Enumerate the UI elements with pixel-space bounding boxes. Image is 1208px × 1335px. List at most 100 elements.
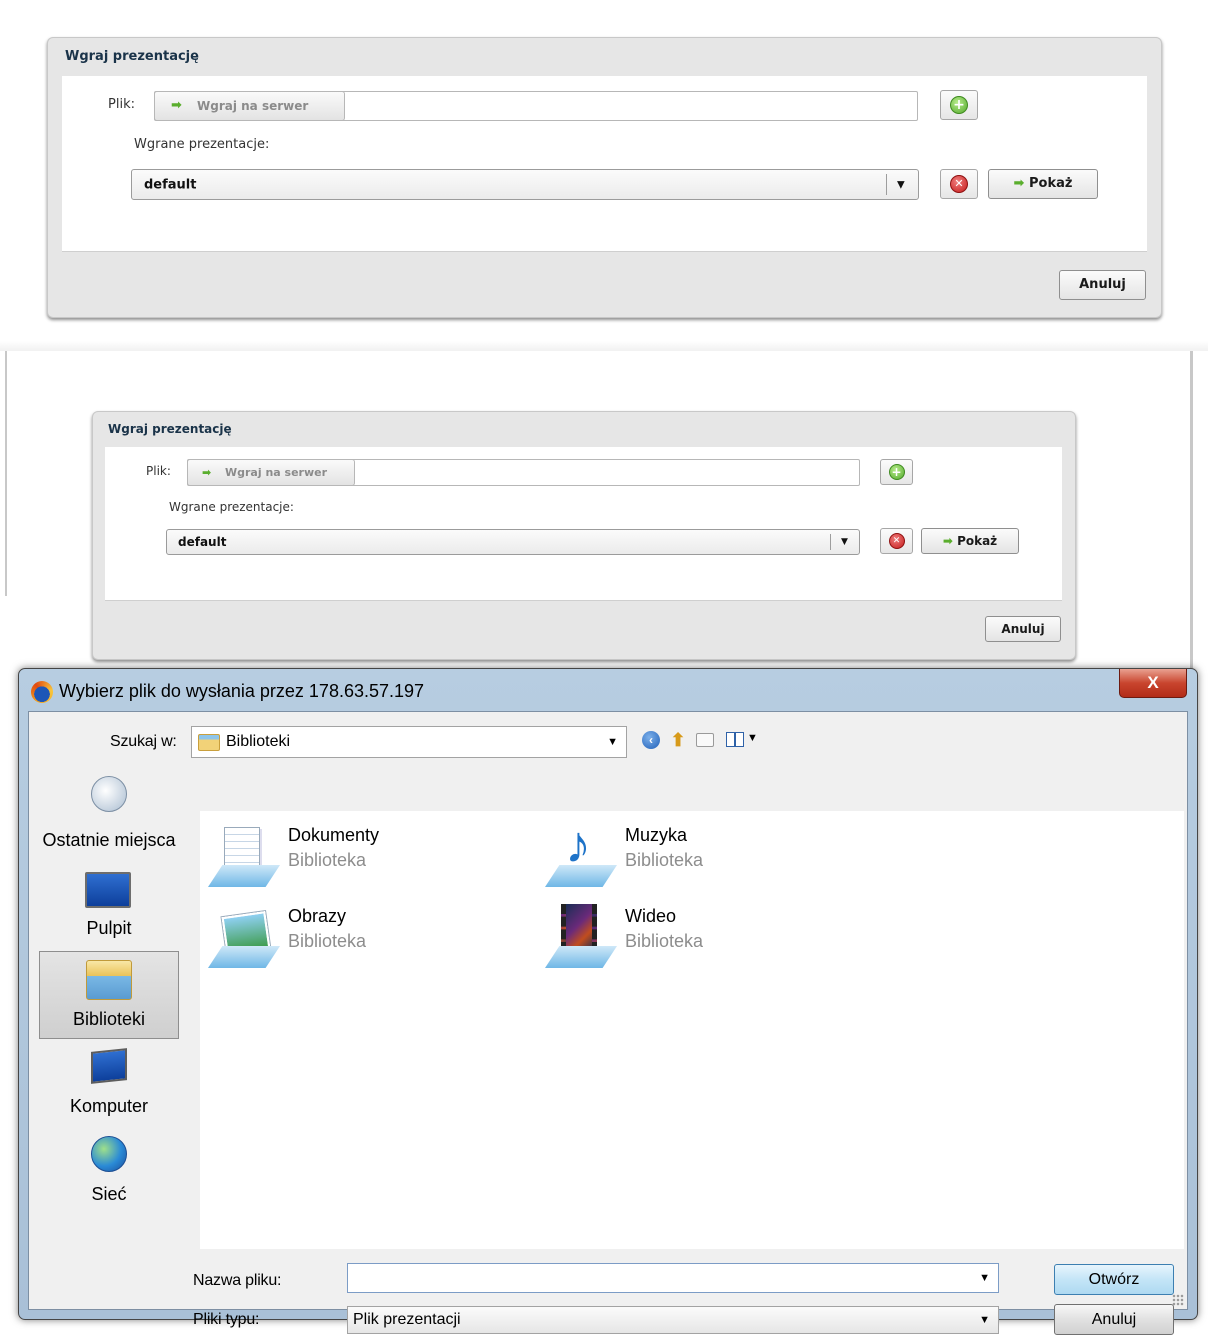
filetype-value: Plik prezentacji [353, 1311, 461, 1328]
plus-icon: + [950, 96, 968, 114]
uploaded-presentations-label: Wgrane prezentacje: [134, 137, 270, 152]
recent-places-icon [91, 776, 127, 812]
upload-panel-top: Wgraj prezentację Plik: ➡ Wgraj na serwe… [47, 37, 1162, 318]
upload-panel-bottom: Wgraj prezentację Plik: ➡ Wgraj na serwe… [92, 411, 1076, 660]
upload-button-label: Wgraj na serwer [225, 466, 328, 479]
place-computer[interactable]: Komputer [39, 1046, 179, 1134]
libraries-icon [86, 960, 132, 1000]
dialog-title: Wybierz plik do wysłania przez 178.63.57… [59, 681, 425, 701]
video-library-icon [543, 904, 619, 972]
select-divider [886, 174, 887, 195]
place-label: Komputer [69, 1096, 149, 1116]
library-type: Biblioteka [625, 850, 704, 870]
chevron-down-icon: ▼ [841, 537, 848, 547]
cancel-button[interactable]: Anuluj [1059, 270, 1146, 300]
computer-icon [91, 1048, 127, 1084]
select-value: default [178, 535, 227, 549]
show-button[interactable]: ➡ Pokaż [988, 169, 1098, 199]
place-label: Sieć [91, 1184, 127, 1204]
panel-title: Wgraj prezentację [108, 422, 232, 436]
plus-icon: + [888, 464, 905, 480]
library-item-video[interactable]: Wideo Biblioteka [543, 904, 843, 976]
library-item-music[interactable]: ♪ Muzyka Biblioteka [543, 819, 843, 895]
up-folder-icon[interactable]: ⬆ [669, 730, 687, 750]
documents-library-icon [206, 825, 282, 891]
upload-button-label: Wgraj na serwer [197, 99, 309, 113]
places-bar: Ostatnie miejsca Pulpit Biblioteki Kompu… [39, 770, 181, 1210]
panel-content: Plik: ➡ Wgraj na serwer + Wgrane prezent… [62, 76, 1147, 252]
place-libraries[interactable]: Biblioteki [39, 951, 179, 1039]
resize-grip[interactable] [1172, 1294, 1184, 1306]
look-in-value: Biblioteki [226, 733, 291, 750]
select-value: default [144, 177, 197, 192]
uploaded-presentations-label: Wgrane prezentacje: [169, 500, 294, 514]
chevron-down-icon[interactable]: ▼ [747, 732, 758, 744]
panel-content: Plik: ➡ Wgraj na serwer + Wgrane prezent… [105, 447, 1062, 601]
music-library-icon: ♪ [543, 819, 619, 891]
upload-to-server-button[interactable]: ➡ Wgraj na serwer [154, 91, 345, 121]
library-item-pictures[interactable]: Obrazy Biblioteka [206, 906, 506, 976]
library-name: Obrazy [288, 906, 347, 926]
file-label: Plik: [108, 97, 135, 112]
arrow-right-icon: ➡ [1013, 176, 1025, 191]
chevron-down-icon: ▼ [607, 736, 618, 748]
page-edge-line [5, 351, 7, 596]
filetype-select[interactable]: Plik prezentacji ▼ [347, 1306, 999, 1334]
place-label: Biblioteki [72, 1009, 146, 1029]
upload-to-server-button[interactable]: ➡ Wgraj na serwer [187, 459, 355, 486]
arrow-right-icon: ➡ [942, 534, 953, 548]
arrow-right-icon: ➡ [202, 466, 212, 479]
view-menu-icon[interactable] [726, 732, 744, 747]
look-in-label: Szukaj w: [110, 733, 177, 750]
pictures-library-icon [206, 906, 282, 972]
page-edge-line [1190, 351, 1193, 669]
cancel-button[interactable]: Anuluj [1054, 1304, 1174, 1335]
show-button-label: Pokaż [957, 534, 998, 548]
page-edge-line [0, 341, 1208, 351]
add-file-button[interactable]: + [940, 90, 978, 120]
library-name: Wideo [625, 906, 677, 926]
delete-presentation-button[interactable]: ✕ [880, 528, 913, 554]
place-label: Ostatnie miejsca [42, 830, 176, 850]
filename-input[interactable]: ▼ [347, 1263, 999, 1293]
delete-presentation-button[interactable]: ✕ [940, 169, 978, 199]
library-type: Biblioteka [288, 850, 367, 870]
library-name: Dokumenty [288, 825, 380, 845]
dialog-body: Szukaj w: Biblioteki ▼ ‹ ⬆ ▼ Ostatnie mi… [28, 711, 1188, 1335]
library-type: Biblioteka [625, 931, 704, 951]
delete-icon: ✕ [888, 533, 905, 549]
file-list: Dokumenty Biblioteka ♪ Muzyka Biblioteka… [200, 811, 1184, 1249]
file-field[interactable]: ➡ Wgraj na serwer [187, 459, 860, 486]
show-button-label: Pokaż [1028, 176, 1073, 191]
close-button[interactable]: X [1119, 669, 1187, 698]
delete-icon: ✕ [950, 175, 968, 193]
chevron-down-icon: ▼ [979, 1272, 990, 1284]
firefox-icon [31, 681, 53, 703]
presentation-select[interactable]: default ▼ [131, 169, 919, 200]
presentation-select[interactable]: default ▼ [166, 529, 860, 555]
place-label: Pulpit [86, 918, 132, 938]
library-item-documents[interactable]: Dokumenty Biblioteka [206, 825, 506, 895]
panel-title: Wgraj prezentację [65, 49, 199, 64]
add-file-button[interactable]: + [880, 459, 913, 485]
place-network[interactable]: Sieć [39, 1134, 179, 1222]
file-open-dialog: Wybierz plik do wysłania przez 178.63.57… [18, 668, 1198, 1335]
filetype-label: Pliki typu: [193, 1311, 260, 1328]
cancel-button[interactable]: Anuluj [985, 616, 1061, 642]
library-type: Biblioteka [288, 931, 367, 951]
place-recent[interactable]: Ostatnie miejsca [39, 770, 179, 858]
new-folder-icon[interactable] [696, 733, 714, 747]
arrow-right-icon: ➡ [171, 98, 182, 113]
file-field[interactable]: ➡ Wgraj na serwer [154, 91, 918, 121]
back-icon[interactable]: ‹ [642, 731, 660, 749]
chevron-down-icon: ▼ [979, 1314, 990, 1326]
filename-label: Nazwa pliku: [193, 1272, 282, 1289]
file-label: Plik: [146, 464, 171, 478]
open-button[interactable]: Otwórz [1054, 1264, 1174, 1295]
desktop-icon [85, 872, 131, 908]
show-button[interactable]: ➡ Pokaż [921, 528, 1019, 554]
select-divider [830, 534, 831, 550]
place-desktop[interactable]: Pulpit [39, 866, 179, 954]
look-in-combo[interactable]: Biblioteki ▼ [191, 726, 627, 758]
library-name: Muzyka [625, 825, 688, 845]
